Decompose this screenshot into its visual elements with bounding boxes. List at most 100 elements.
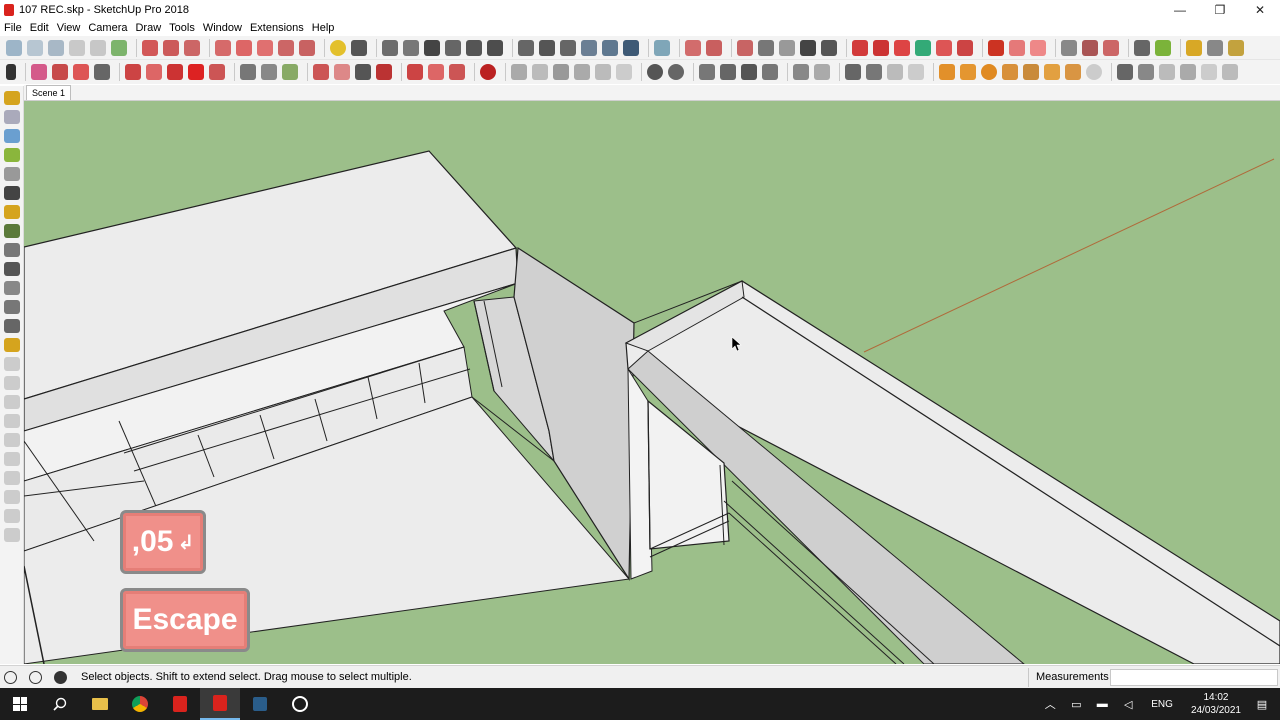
measurements-input[interactable] [1110,669,1278,686]
scale-red-icon[interactable] [936,39,952,56]
undo-icon[interactable] [163,39,179,56]
sound-icon[interactable] [4,262,20,276]
orange-angle-icon[interactable] [960,64,976,80]
menu-file[interactable]: File [0,22,26,34]
protractor-icon[interactable] [1002,64,1018,80]
rotate-icon[interactable] [188,64,204,80]
rectangle-icon[interactable] [94,64,110,80]
menu-draw[interactable]: Draw [131,22,165,34]
chevron-up-icon[interactable]: ︿ [1042,696,1058,712]
erase-icon[interactable] [142,39,158,56]
distribute-icon[interactable] [814,64,830,80]
panel-c-icon[interactable] [4,395,20,409]
start-button[interactable] [0,688,40,720]
report-icon[interactable] [257,39,273,56]
sandbox-contours-icon[interactable] [699,64,715,80]
clock[interactable]: 14:02 24/03/2021 [1191,691,1241,717]
settings-icon[interactable] [4,281,20,295]
left-view-icon[interactable] [487,39,503,56]
sphere-icon[interactable] [1086,64,1102,80]
sandbox-scratch-icon[interactable] [720,64,736,80]
solid-trim-icon[interactable] [574,64,590,80]
language-indicator[interactable]: ENG [1151,699,1173,710]
badge-gold-icon[interactable] [4,338,20,352]
shaded-icon[interactable] [581,39,597,56]
search-button[interactable] [40,688,80,720]
model-viewport[interactable] [24,101,1280,664]
device-icon[interactable]: ▭ [1068,696,1084,712]
rotate-red-icon[interactable] [873,39,889,56]
battery-icon[interactable]: ▬ [1094,696,1110,712]
cloud-icon[interactable] [4,129,20,143]
geo-location-icon[interactable] [4,670,17,684]
styles-gold-icon[interactable] [4,205,20,219]
leaf-icon[interactable] [1155,39,1171,56]
cut-icon[interactable] [69,39,85,56]
chrome-button[interactable] [120,688,160,720]
top-view-icon[interactable] [403,39,419,56]
section-display-icon[interactable] [845,64,861,80]
panel-d-icon[interactable] [4,414,20,428]
push-pull-icon[interactable] [125,64,141,80]
paint-bucket-icon[interactable] [282,64,298,80]
guide-icon[interactable] [1065,64,1081,80]
zoom-icon[interactable] [355,64,371,80]
solid-split-icon[interactable] [595,64,611,80]
wireframe-icon[interactable] [539,39,555,56]
menu-edit[interactable]: Edit [26,22,53,34]
scenes-icon[interactable] [4,186,20,200]
solid-tools-icon[interactable] [1159,64,1175,80]
eraser-icon[interactable] [31,64,47,80]
group-icon[interactable] [1138,64,1154,80]
camera-icon[interactable] [4,243,20,257]
menu-camera[interactable]: Camera [84,22,131,34]
flask-icon[interactable] [654,39,670,56]
smoove-icon[interactable] [758,39,774,56]
panel-h-icon[interactable] [4,490,20,504]
close-button[interactable]: ✕ [1240,0,1280,19]
panel-f-icon[interactable] [4,452,20,466]
layout-red-icon[interactable] [988,39,1004,56]
menu-tools[interactable]: Tools [165,22,199,34]
sandbox-icon[interactable] [737,39,753,56]
solid-subtract-icon[interactable] [532,64,548,80]
tape-measure-icon[interactable] [240,64,256,80]
sketchup-taskbar-button[interactable] [160,688,200,720]
panel-g-icon[interactable] [4,471,20,485]
dimension-icon[interactable] [261,64,277,80]
scene-tab[interactable]: Scene 1 [26,85,72,100]
zoom-extents-icon[interactable] [376,64,392,80]
section-cut-display-icon[interactable] [887,64,903,80]
data-icon[interactable] [4,319,20,333]
section-plane-icon[interactable] [685,39,701,56]
select-icon[interactable] [6,64,16,80]
menu-extensions[interactable]: Extensions [246,22,308,34]
export-icon[interactable] [278,39,294,56]
section-cut-icon[interactable] [706,39,722,56]
extension-tool-icon[interactable] [1082,39,1098,56]
move-red-icon[interactable] [852,39,868,56]
orbit-red-icon[interactable] [894,39,910,56]
line-tool-icon[interactable] [1134,39,1150,56]
pencil-icon[interactable] [52,64,68,80]
user-icon[interactable] [54,670,67,684]
grid-red-icon[interactable] [1030,39,1046,56]
solid-union-icon[interactable] [511,64,527,80]
open-file-icon[interactable] [27,39,43,56]
3d-text-icon[interactable] [1044,64,1060,80]
material-red-icon[interactable] [449,64,465,80]
notifications-icon[interactable]: ▤ [1254,696,1270,712]
menu-help[interactable]: Help [308,22,339,34]
outliner-icon[interactable] [4,167,20,181]
intersect-icon[interactable] [1201,64,1217,80]
panel-e-icon[interactable] [4,433,20,447]
paste-icon[interactable] [111,39,127,56]
extension-b-icon[interactable] [1103,39,1119,56]
lightbulb-icon[interactable] [330,39,346,56]
warehouse-red-icon[interactable] [407,64,423,80]
right-view-icon[interactable] [445,39,461,56]
flip-edge-icon[interactable] [821,39,837,56]
back-view-icon[interactable] [466,39,482,56]
sandbox-smoove-icon[interactable] [741,64,757,80]
follow-me-tool-icon[interactable] [146,64,162,80]
